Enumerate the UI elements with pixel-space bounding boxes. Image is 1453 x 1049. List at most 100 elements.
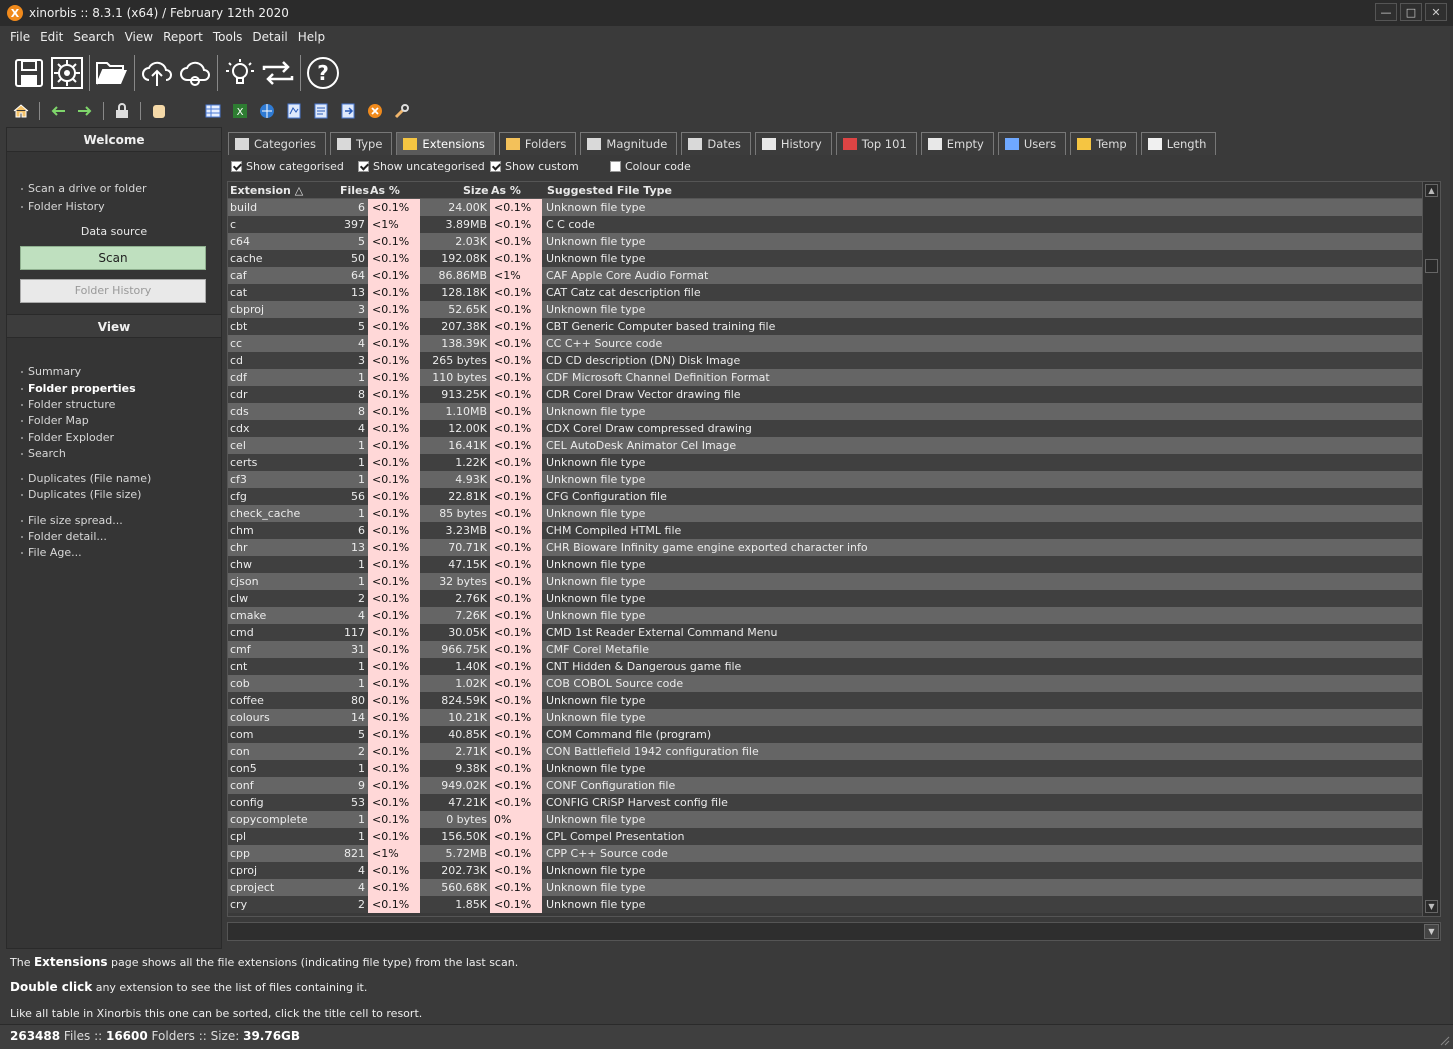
table-row[interactable]: certs 1 <0.1% 1.22K <0.1% Unknown file type xyxy=(228,454,1423,471)
maximize-icon[interactable]: □ xyxy=(1400,3,1422,21)
view-summary[interactable]: Summary xyxy=(20,365,81,378)
table-row[interactable]: cpp 821 <1% 5.72MB <0.1% CPP C++ Source code xyxy=(228,845,1423,862)
table-row[interactable]: cc 4 <0.1% 138.39K <0.1% CC C++ Source code xyxy=(228,335,1423,352)
help-icon[interactable]: ? xyxy=(304,54,342,92)
table-row[interactable]: cel 1 <0.1% 16.41K <0.1% CEL AutoDesk Animato… xyxy=(228,437,1423,454)
table-row[interactable]: cproject 4 <0.1% 560.68K <0.1% Unknown file t… xyxy=(228,879,1423,896)
xinorbis-icon[interactable] xyxy=(366,102,384,120)
table-row[interactable]: con5 1 <0.1% 9.38K <0.1% Unknown file type xyxy=(228,760,1423,777)
csv-icon[interactable] xyxy=(285,102,303,120)
tools-icon[interactable] xyxy=(393,102,411,120)
table-row[interactable]: caf 64 <0.1% 86.86MB <1% CAF Apple Core Audio… xyxy=(228,267,1423,284)
table-row[interactable]: chw 1 <0.1% 47.15K <0.1% Unknown file type xyxy=(228,556,1423,573)
forward-arrow-icon[interactable] xyxy=(76,102,94,120)
table-row[interactable]: cmd 117 <0.1% 30.05K <0.1% CMD 1st Reader Ext… xyxy=(228,624,1423,641)
table-row[interactable]: conf 9 <0.1% 949.02K <0.1% CONF Configuration… xyxy=(228,777,1423,794)
chevron-down-icon[interactable]: ▼ xyxy=(1424,924,1439,939)
menu-file[interactable]: File xyxy=(5,28,35,48)
menu-edit[interactable]: Edit xyxy=(35,28,68,48)
excel-icon[interactable]: X xyxy=(231,102,249,120)
table-row[interactable]: coffee 80 <0.1% 824.59K <0.1% Unknown file ty… xyxy=(228,692,1423,709)
view-folder-detail[interactable]: Folder detail... xyxy=(21,530,107,543)
tab-users[interactable]: Users xyxy=(997,132,1067,155)
vertical-scrollbar[interactable]: ▲ ▼ xyxy=(1422,182,1440,916)
menu-tools[interactable]: Tools xyxy=(208,28,248,48)
table-row[interactable]: cbproj 3 <0.1% 52.65K <0.1% Unknown file type xyxy=(228,301,1423,318)
scroll-up-icon[interactable]: ▲ xyxy=(1425,184,1438,197)
menu-help[interactable]: Help xyxy=(293,28,330,48)
tab-temp[interactable]: Temp xyxy=(1070,132,1137,155)
show-uncategorised-checkbox[interactable]: Show uncategorised xyxy=(358,160,485,173)
col-size-pct[interactable]: As % xyxy=(491,184,521,197)
table-row[interactable]: con 2 <0.1% 2.71K <0.1% CON Battlefield 1942 … xyxy=(228,743,1423,760)
menu-detail[interactable]: Detail xyxy=(247,28,292,48)
tab-top-101[interactable]: Top 101 xyxy=(835,132,917,155)
table-row[interactable]: cbt 5 <0.1% 207.38K <0.1% CBT Generic Compute… xyxy=(228,318,1423,335)
cloud-upload-icon[interactable] xyxy=(138,54,176,92)
table-row[interactable]: cry 2 <0.1% 1.85K <0.1% Unknown file type xyxy=(228,896,1423,913)
view-duplicates-size[interactable]: Duplicates (File size) xyxy=(20,488,141,501)
checkbox-box[interactable] xyxy=(358,161,369,172)
view-search[interactable]: Search xyxy=(21,447,66,460)
table-row[interactable]: cf3 1 <0.1% 4.93K <0.1% Unknown file type xyxy=(228,471,1423,488)
table-row[interactable]: cdf 1 <0.1% 110 bytes <0.1% CDF Microsoft Cha… xyxy=(228,369,1423,386)
view-folder-exploder[interactable]: Folder Exploder xyxy=(21,431,114,444)
table-row[interactable]: cds 8 <0.1% 1.10MB <0.1% Unknown file type xyxy=(228,403,1423,420)
table-row[interactable]: build 6 <0.1% 24.00K <0.1% Unknown file type xyxy=(228,199,1423,216)
tab-length[interactable]: Length xyxy=(1140,132,1217,155)
scan-settings-icon[interactable] xyxy=(48,54,86,92)
tab-extensions[interactable]: Extensions xyxy=(396,132,495,155)
table-row[interactable]: cache 50 <0.1% 192.08K <0.1% Unknown file typ… xyxy=(228,250,1423,267)
tab-dates[interactable]: Dates xyxy=(681,132,751,155)
view-duplicates-name[interactable]: Duplicates (File name) xyxy=(20,472,151,485)
folder-history-link[interactable]: Folder History xyxy=(21,200,105,213)
lock-icon[interactable] xyxy=(113,102,131,120)
table-row[interactable]: c 397 <1% 3.89MB <0.1% C C code xyxy=(228,216,1423,233)
extensions-table[interactable]: Extension △ Files As % Size As % Suggest… xyxy=(227,181,1441,917)
col-extension[interactable]: Extension △ xyxy=(230,184,303,197)
tab-folders[interactable]: Folders xyxy=(498,132,577,155)
resize-grip-icon[interactable] xyxy=(1440,1036,1450,1046)
col-files[interactable]: Files xyxy=(340,184,369,197)
menu-search[interactable]: Search xyxy=(68,28,119,48)
open-folder-icon[interactable] xyxy=(93,54,131,92)
table-row[interactable]: cdx 4 <0.1% 12.00K <0.1% CDX Corel Draw compr… xyxy=(228,420,1423,437)
show-custom-checkbox[interactable]: Show custom xyxy=(490,160,579,173)
view-folder-properties[interactable]: Folder properties xyxy=(21,382,136,395)
close-icon[interactable]: ✕ xyxy=(1425,3,1447,21)
view-folder-map[interactable]: Folder Map xyxy=(21,414,89,427)
colour-code-checkbox[interactable]: Colour code xyxy=(610,160,691,173)
filter-combo[interactable]: ▼ xyxy=(227,922,1441,941)
table-row[interactable]: cdr 8 <0.1% 913.25K <0.1% CDR Corel Draw Vect… xyxy=(228,386,1423,403)
table-row[interactable]: cfg 56 <0.1% 22.81K <0.1% CFG Configuration f… xyxy=(228,488,1423,505)
table-row[interactable]: c64 5 <0.1% 2.03K <0.1% Unknown file type xyxy=(228,233,1423,250)
table-row[interactable]: copycomplete 1 <0.1% 0 bytes 0% Unknown file … xyxy=(228,811,1423,828)
table-row[interactable]: config 53 <0.1% 47.21K <0.1% CONFIG CRiSP Har… xyxy=(228,794,1423,811)
home-icon[interactable] xyxy=(12,102,30,120)
swap-arrows-icon[interactable] xyxy=(259,54,297,92)
table-row[interactable]: cob 1 <0.1% 1.02K <0.1% COB COBOL Source code xyxy=(228,675,1423,692)
col-suggested-type[interactable]: Suggested File Type xyxy=(547,184,672,197)
table-row[interactable]: cpl 1 <0.1% 156.50K <0.1% CPL Compel Presenta… xyxy=(228,828,1423,845)
table-row[interactable]: cat 13 <0.1% 128.18K <0.1% CAT Catz cat descr… xyxy=(228,284,1423,301)
view-folder-structure[interactable]: Folder structure xyxy=(20,398,115,411)
show-categorised-checkbox[interactable]: Show categorised xyxy=(231,160,344,173)
tab-magnitude[interactable]: Magnitude xyxy=(580,132,678,155)
menu-report[interactable]: Report xyxy=(158,28,208,48)
doc-icon[interactable] xyxy=(312,102,330,120)
tab-type[interactable]: Type xyxy=(330,132,393,155)
table-row[interactable]: cmf 31 <0.1% 966.75K <0.1% CMF Corel Metafile xyxy=(228,641,1423,658)
checkbox-box[interactable] xyxy=(231,161,242,172)
table-row[interactable]: check_cache 1 <0.1% 85 bytes <0.1% Unknown fi… xyxy=(228,505,1423,522)
col-size[interactable]: Size xyxy=(463,184,489,197)
table-row[interactable]: cjson 1 <0.1% 32 bytes <0.1% Unknown file typ… xyxy=(228,573,1423,590)
tab-categories[interactable]: Categories xyxy=(228,132,326,155)
scan-button[interactable]: Scan xyxy=(20,246,206,270)
checkbox-box[interactable] xyxy=(490,161,501,172)
export-icon[interactable] xyxy=(339,102,357,120)
scan-drive-link[interactable]: Scan a drive or folder xyxy=(21,182,147,195)
table-row[interactable]: cproj 4 <0.1% 202.73K <0.1% Unknown file type xyxy=(228,862,1423,879)
table-row[interactable]: com 5 <0.1% 40.85K <0.1% COM Command file (pr… xyxy=(228,726,1423,743)
save-icon[interactable] xyxy=(10,54,48,92)
folder-history-button[interactable]: Folder History xyxy=(20,279,206,303)
